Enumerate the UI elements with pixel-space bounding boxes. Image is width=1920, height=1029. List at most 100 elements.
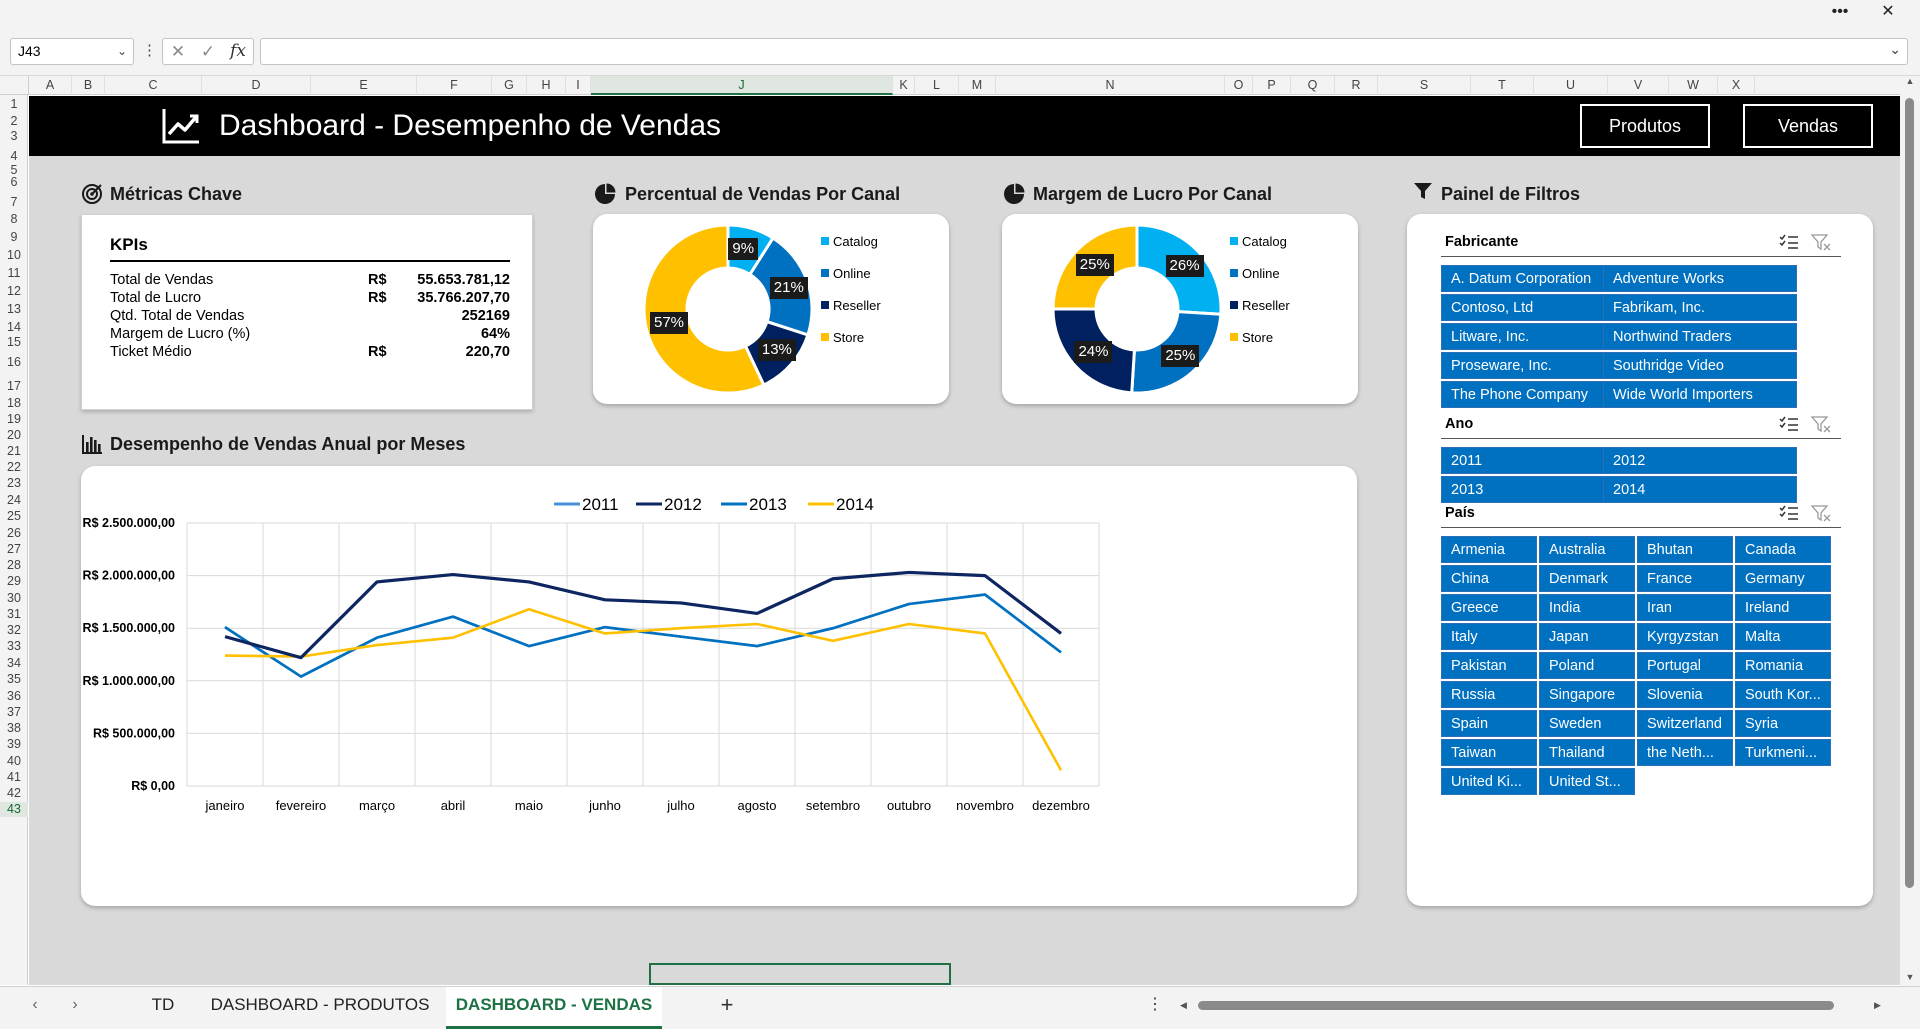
row-header[interactable]: 1	[0, 97, 28, 112]
slicer-item-pais[interactable]: Denmark	[1539, 565, 1635, 592]
column-header[interactable]: E	[311, 76, 417, 95]
row-header[interactable]: 23	[0, 476, 28, 491]
row-header[interactable]: 36	[0, 689, 28, 704]
slicer-item-pais[interactable]: Russia	[1441, 681, 1537, 708]
column-header[interactable]: N	[996, 76, 1225, 95]
column-header[interactable]: F	[417, 76, 492, 95]
row-header[interactable]: 27	[0, 542, 28, 557]
row-header[interactable]: 38	[0, 721, 28, 736]
row-header[interactable]: 16	[0, 355, 28, 370]
row-header[interactable]: 15	[0, 335, 28, 350]
slicer-item-pais[interactable]: Bhutan	[1637, 536, 1733, 563]
row-header[interactable]: 39	[0, 737, 28, 752]
slicer-item-ano[interactable]: 2012	[1603, 447, 1797, 474]
row-header[interactable]: 41	[0, 770, 28, 785]
clear-filter-icon[interactable]	[1810, 233, 1832, 251]
row-header[interactable]: 34	[0, 656, 28, 671]
formula-bar-handle-icon[interactable]: ⋮	[142, 38, 157, 65]
row-header[interactable]: 3	[0, 129, 28, 144]
column-header[interactable]: J	[591, 76, 893, 95]
slicer-item-pais[interactable]: Ireland	[1735, 594, 1831, 621]
row-header[interactable]: 24	[0, 493, 28, 508]
slicer-item-fabricante[interactable]: Southridge Video	[1603, 352, 1797, 379]
tab-td[interactable]: TD	[140, 987, 186, 1029]
column-header[interactable]: R	[1335, 76, 1378, 95]
row-header[interactable]: 7	[0, 195, 28, 210]
slicer-item-pais[interactable]: Sweden	[1539, 710, 1635, 737]
vertical-scroll-thumb[interactable]	[1905, 98, 1914, 888]
row-header[interactable]: 29	[0, 574, 28, 589]
row-header[interactable]: 11	[0, 266, 28, 281]
row-header[interactable]: 28	[0, 558, 28, 573]
column-header[interactable]: B	[72, 76, 105, 95]
slicer-item-pais[interactable]: Germany	[1735, 565, 1831, 592]
slicer-item-pais[interactable]: the Neth...	[1637, 739, 1733, 766]
slicer-item-pais[interactable]: Japan	[1539, 623, 1635, 650]
column-header[interactable]: V	[1608, 76, 1669, 95]
slicer-item-pais[interactable]: Portugal	[1637, 652, 1733, 679]
row-header[interactable]: 26	[0, 526, 28, 541]
row-header[interactable]: 14	[0, 320, 28, 335]
row-header[interactable]: 2	[0, 114, 28, 129]
multi-select-icon[interactable]	[1778, 415, 1800, 433]
slicer-item-pais[interactable]: Romania	[1735, 652, 1831, 679]
insert-function-button[interactable]: fx	[225, 39, 251, 64]
slicer-item-pais[interactable]: Iran	[1637, 594, 1733, 621]
slicer-item-pais[interactable]: Spain	[1441, 710, 1537, 737]
row-header[interactable]: 25	[0, 509, 28, 524]
slicer-item-fabricante[interactable]: Northwind Traders	[1603, 323, 1797, 350]
column-header[interactable]: O	[1225, 76, 1253, 95]
slicer-item-pais[interactable]: United St...	[1539, 768, 1635, 795]
multi-select-icon[interactable]	[1778, 504, 1800, 522]
column-header[interactable]: M	[959, 76, 996, 95]
row-header[interactable]: 30	[0, 591, 28, 606]
row-header[interactable]: 6	[0, 175, 28, 190]
column-header[interactable]: I	[566, 76, 591, 95]
column-header[interactable]: G	[492, 76, 527, 95]
column-header[interactable]: A	[29, 76, 72, 95]
slicer-item-pais[interactable]: Armenia	[1441, 536, 1537, 563]
slicer-item-pais[interactable]: Turkmeni...	[1735, 739, 1831, 766]
slicer-item-fabricante[interactable]: Adventure Works	[1603, 265, 1797, 292]
clear-filter-icon[interactable]	[1810, 415, 1832, 433]
slicer-item-pais[interactable]: Pakistan	[1441, 652, 1537, 679]
column-header[interactable]: Q	[1291, 76, 1335, 95]
row-header[interactable]: 8	[0, 212, 28, 227]
row-header[interactable]: 37	[0, 705, 28, 720]
row-header[interactable]: 21	[0, 444, 28, 459]
column-header[interactable]: X	[1718, 76, 1755, 95]
expand-formula-icon[interactable]: ⌄	[1889, 41, 1901, 58]
column-header[interactable]: C	[105, 76, 202, 95]
row-header[interactable]: 10	[0, 248, 28, 263]
clear-filter-icon[interactable]	[1810, 504, 1832, 522]
row-header[interactable]: 31	[0, 607, 28, 622]
row-header[interactable]: 43	[0, 802, 28, 817]
select-all-corner[interactable]	[0, 76, 29, 95]
row-header[interactable]: 18	[0, 396, 28, 411]
vendas-nav-button[interactable]: Vendas	[1743, 104, 1873, 148]
slicer-item-fabricante[interactable]: Wide World Importers	[1603, 381, 1797, 408]
slicer-item-ano[interactable]: 2014	[1603, 476, 1797, 503]
row-header[interactable]: 20	[0, 428, 28, 443]
slicer-item-pais[interactable]: India	[1539, 594, 1635, 621]
slicer-item-pais[interactable]: Malta	[1735, 623, 1831, 650]
row-header[interactable]: 9	[0, 230, 28, 245]
vertical-scrollbar[interactable]: ▲ ▼	[1900, 76, 1920, 986]
slicer-item-pais[interactable]: France	[1637, 565, 1733, 592]
more-options-button[interactable]: •••	[1820, 0, 1860, 26]
scroll-left-icon[interactable]: ◀	[1180, 998, 1194, 1012]
tab-dashboard-vendas[interactable]: DASHBOARD - VENDAS	[446, 987, 662, 1029]
cancel-icon[interactable]: ✕	[165, 39, 191, 64]
row-header[interactable]: 35	[0, 672, 28, 687]
slicer-item-pais[interactable]: Poland	[1539, 652, 1635, 679]
row-header[interactable]: 19	[0, 412, 28, 427]
slicer-item-pais[interactable]: China	[1441, 565, 1537, 592]
row-header[interactable]: 4	[0, 149, 28, 164]
row-header[interactable]: 17	[0, 379, 28, 394]
slicer-item-fabricante[interactable]: Fabrikam, Inc.	[1603, 294, 1797, 321]
formula-input[interactable]: ⌄	[260, 38, 1908, 65]
row-header[interactable]: 32	[0, 623, 28, 638]
column-header[interactable]: S	[1378, 76, 1471, 95]
slicer-item-pais[interactable]: Switzerland	[1637, 710, 1733, 737]
slicer-item-pais[interactable]: Canada	[1735, 536, 1831, 563]
